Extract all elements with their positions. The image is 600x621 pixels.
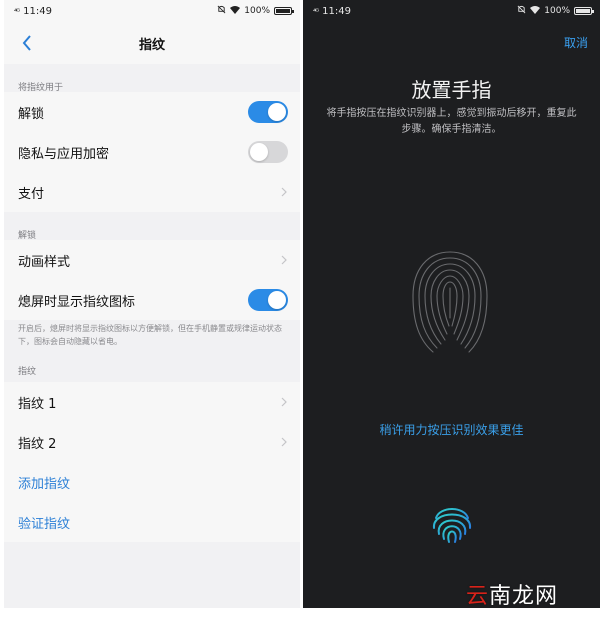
row-unlock[interactable]: 解锁 <box>4 92 300 132</box>
fingerprint-sensor-icon[interactable] <box>427 498 477 548</box>
chevron-right-icon <box>280 254 288 266</box>
privacy-toggle[interactable] <box>248 141 288 163</box>
section-header-unlock: 解锁 <box>18 231 37 241</box>
page-title: 指纹 <box>138 37 165 53</box>
chevron-right-icon <box>280 396 288 408</box>
signal-icon: ⁴ᴳ <box>14 6 20 16</box>
row-fingerprint-2[interactable]: 指纹 2 <box>4 422 300 462</box>
section-header-fingerprints: 指纹 <box>18 367 37 377</box>
status-time: 11:49 <box>23 5 52 17</box>
row-privacy-encryption[interactable]: 隐私与应用加密 <box>4 132 300 172</box>
add-fingerprint-button[interactable]: 添加指纹 <box>4 462 300 502</box>
mute-icon <box>217 5 226 17</box>
fingerprint-progress-icon <box>412 251 488 353</box>
verify-fingerprint-button[interactable]: 验证指纹 <box>4 502 300 542</box>
row-label: 指纹 1 <box>18 396 57 412</box>
battery-percent: 100% <box>244 6 270 16</box>
row-screen-off-icon[interactable]: 熄屏时显示指纹图标 <box>4 280 300 320</box>
status-bar: ⁴ᴳ 11:49 100% <box>303 0 600 22</box>
status-time: 11:49 <box>322 5 351 17</box>
row-label: 隐私与应用加密 <box>18 146 110 162</box>
cancel-button[interactable]: 取消 <box>564 34 588 51</box>
press-hint: 稍许用力按压识别效果更佳 <box>379 423 524 437</box>
row-fingerprint-1[interactable]: 指纹 1 <box>4 382 300 422</box>
signal-icon: ⁴ᴳ <box>313 6 319 16</box>
nav-bar: 指纹 <box>4 22 300 64</box>
unlock-toggle[interactable] <box>248 101 288 123</box>
row-label: 熄屏时显示指纹图标 <box>18 294 136 310</box>
row-payment[interactable]: 支付 <box>4 172 300 212</box>
chevron-right-icon <box>280 186 288 198</box>
row-label: 指纹 2 <box>18 436 57 452</box>
enroll-screen: ⁴ᴳ 11:49 100% 取消 放置手指 将手指按压在指纹识别器上，感觉到振动… <box>303 0 600 608</box>
status-bar: ⁴ᴳ 11:49 100% <box>4 0 300 22</box>
row-animation-style[interactable]: 动画样式 <box>4 240 300 280</box>
battery-icon <box>274 7 294 15</box>
wifi-icon <box>530 5 541 17</box>
screen-off-note: 开启后，熄屏时将显示指纹图标以方便解锁，但在手机静置或规律运动状态下，图标会自动… <box>18 324 282 346</box>
mute-icon <box>517 5 526 17</box>
row-label: 验证指纹 <box>18 516 71 532</box>
back-button[interactable] <box>16 30 38 56</box>
screen-off-icon-toggle[interactable] <box>248 289 288 311</box>
enroll-title: 放置手指 <box>411 78 492 102</box>
settings-screen: ⁴ᴳ 11:49 100% 指纹 将指纹用于 解锁 隐私与应用加密 支付 解锁 <box>4 0 300 608</box>
enroll-description: 将手指按压在指纹识别器上，感觉到振动后移开，重复此步骤。确保手指清洁。 <box>326 108 577 135</box>
battery-percent: 100% <box>544 6 570 16</box>
row-label: 解锁 <box>18 106 45 122</box>
row-label: 支付 <box>18 186 45 202</box>
row-label: 动画样式 <box>18 254 71 270</box>
chevron-left-icon <box>22 35 31 51</box>
battery-icon <box>574 7 594 15</box>
row-label: 添加指纹 <box>18 476 71 492</box>
section-header-use-for: 将指纹用于 <box>18 83 64 93</box>
wifi-icon <box>230 5 241 17</box>
chevron-right-icon <box>280 436 288 448</box>
watermark-logo: 云南龙网 <box>466 584 559 609</box>
